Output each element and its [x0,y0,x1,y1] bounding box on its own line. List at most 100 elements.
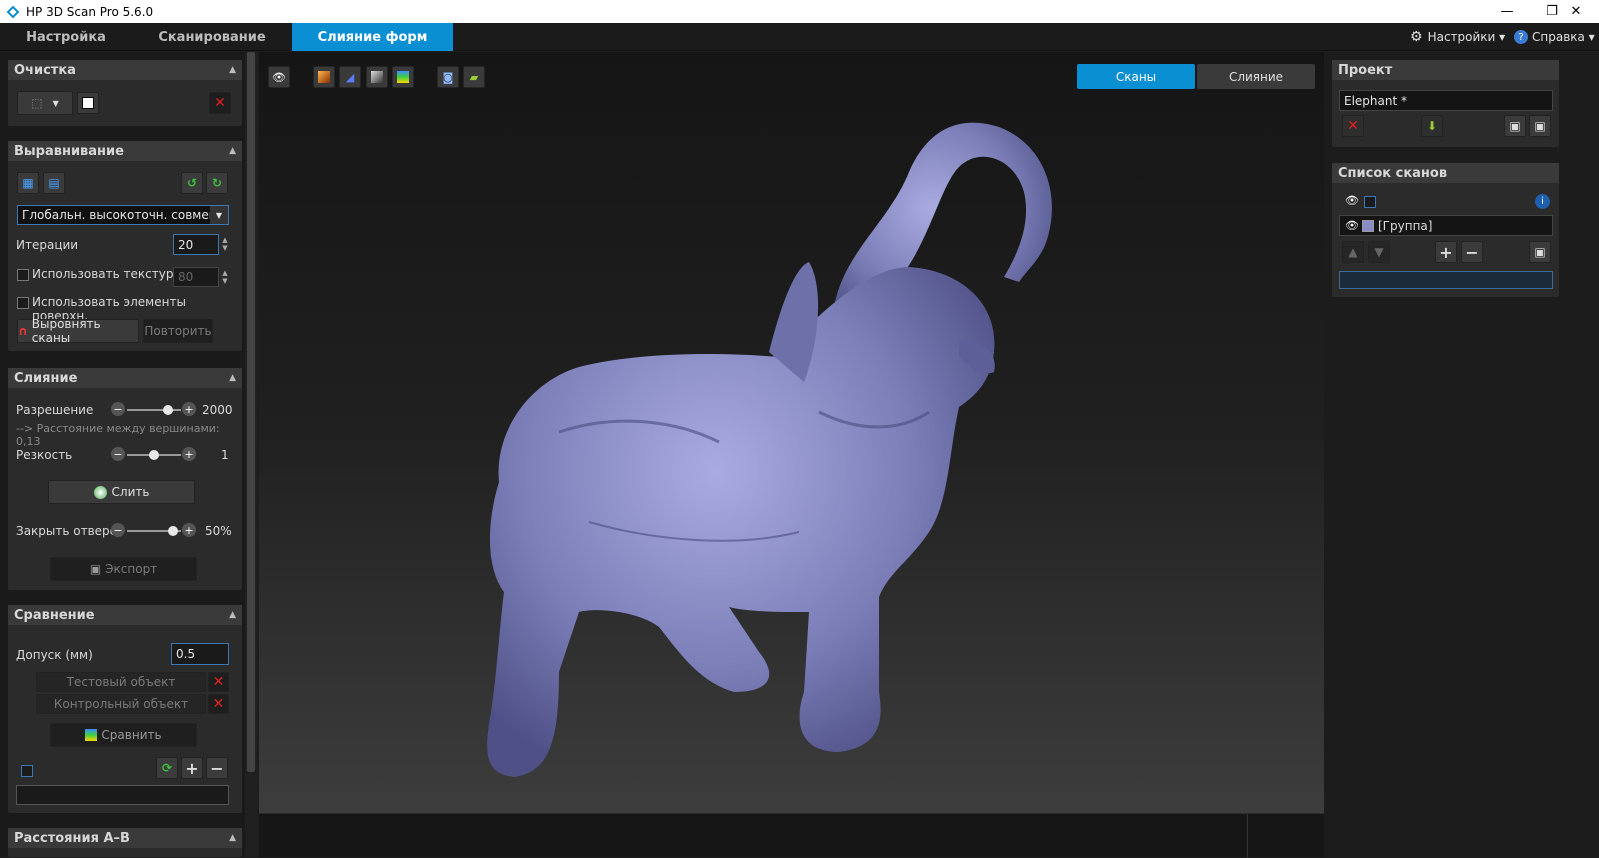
merge-panel-header[interactable]: Слияние ▲ [8,368,242,388]
alignment-method-select[interactable]: Глобальн. высокоточн. совмещ. ▼ [17,205,229,225]
clear-control-object-button[interactable]: ✕ [208,694,229,714]
collapse-icon: ▲ [229,65,236,75]
tolerance-input[interactable]: 0.5 [171,643,229,665]
visibility-toggle-button[interactable]: 👁 [268,66,290,88]
alignment-method-value: Глобальн. высокоточн. совмещ. [22,208,224,222]
import-icon: ⬇ [1426,119,1438,133]
clear-test-object-button[interactable]: ✕ [208,672,229,692]
resolution-slider-knob[interactable] [162,405,173,415]
wireframe-view-button[interactable]: ◢ [339,66,361,88]
left-panel-scrollbar[interactable] [245,52,257,857]
scan-list-panel-header: Список сканов [1332,163,1559,183]
scan-list-row[interactable]: 👁 [Группа] [1339,215,1553,236]
undo-button[interactable]: ↺ [181,172,203,194]
add-button[interactable]: + [181,757,203,779]
project-title: Проект [1338,62,1393,78]
sharpness-decrease-button[interactable]: − [111,447,125,461]
invert-selection-button[interactable] [77,92,99,114]
collapse-icon: ▲ [229,833,236,843]
distances-panel-header[interactable]: Расстояния A–B ▲ [8,828,242,848]
move-up-button[interactable]: ▲ [1342,241,1364,263]
color-map-icon [85,729,98,741]
use-surface-checkbox[interactable] [17,297,29,309]
distances-panel: Расстояния A–B ▲ [8,828,242,857]
eye-icon[interactable]: 👁 [1345,194,1359,207]
scrollbar-thumb[interactable] [247,52,255,772]
export-button[interactable]: ▣ Экспорт [50,557,197,581]
redo-icon: ↻ [211,176,223,190]
close-holes-label: Закрыть отверстия [16,524,116,538]
compare-checkbox[interactable] [21,765,33,777]
align-scans-button[interactable]: ∩ Выровнять сканы [17,317,139,345]
sharpness-slider-knob[interactable] [149,450,159,460]
deviation-view-button[interactable] [392,66,414,88]
merge-view-tab[interactable]: Слияние [1197,64,1315,89]
resolution-slider[interactable] [127,409,181,411]
info-icon[interactable]: i [1535,194,1550,209]
elephant-model[interactable] [259,52,1324,813]
add-scan-button[interactable]: + [1435,241,1457,263]
compare-button[interactable]: Сравнить [50,723,197,747]
resolution-increase-button[interactable]: + [182,402,196,416]
shading-view-button[interactable] [366,66,388,88]
test-object-field[interactable]: Тестовый объект [36,672,206,692]
align-pair-button[interactable]: ▤ [43,172,65,194]
tab-scanning[interactable]: Сканирование [146,23,278,51]
iterations-input[interactable]: 20 [173,234,219,255]
app-logo-icon [6,5,20,18]
import-button[interactable]: ⬇ [1421,115,1443,137]
open-folder-button[interactable]: ▰ [463,66,485,88]
close-holes-slider-knob[interactable] [167,526,178,536]
select-all-checkbox[interactable] [1364,196,1376,208]
project-name-input[interactable]: Elephant * [1339,90,1553,111]
help-menu[interactable]: ? Справка ▾ [1514,23,1595,51]
alignment-panel-header[interactable]: Выравнивание ▲ [8,141,242,161]
invert-icon [82,97,94,109]
selection-tool-dropdown[interactable]: ⬚ ▼ [17,91,73,115]
delete-project-button[interactable]: ✕ [1342,115,1364,137]
scan-property-field[interactable] [1339,271,1553,289]
use-texture-checkbox[interactable] [17,269,29,281]
repeat-button[interactable]: Повторить [143,319,213,343]
refresh-button[interactable]: ⟳ [156,757,178,779]
merge-button[interactable]: Слить [48,480,195,504]
tab-setup[interactable]: Настройка [0,23,132,51]
iterations-spinner[interactable]: ▲ ▼ [220,236,230,252]
holes-increase-button[interactable]: + [182,523,196,537]
cleanup-panel-header[interactable]: Очистка ▲ [8,60,242,80]
texture-view-button[interactable] [313,66,335,88]
magnet-icon: ∩ [18,324,28,338]
compare-button-label: Сравнить [101,728,162,742]
eye-icon[interactable]: 👁 [1345,219,1359,232]
remove-button[interactable]: − [206,757,228,779]
redo-button[interactable]: ↻ [206,172,228,194]
save-button[interactable]: ▣ [1529,115,1551,137]
move-down-button[interactable]: ▼ [1368,241,1390,263]
delete-selection-button[interactable]: ✕ [209,92,231,114]
scans-view-tab[interactable]: Сканы [1077,64,1195,89]
remove-scan-button[interactable]: − [1461,241,1483,263]
main-tab-bar: Настройка Сканирование Слияние форм ⚙ На… [0,23,1599,51]
export-scan-button[interactable]: ▣ [1529,241,1551,263]
close-window-button[interactable]: ✕ [1553,0,1599,23]
group-color-swatch[interactable] [1362,220,1374,232]
control-object-field[interactable]: Контрольный объект [36,694,206,714]
resolution-decrease-button[interactable]: − [111,402,125,416]
tab-shape-fusion[interactable]: Слияние форм [292,23,453,51]
save-as-button[interactable]: ▣ [1504,115,1526,137]
align-grid-button[interactable]: ▦ [17,172,39,194]
texture-weight-input[interactable]: 80 [173,267,219,287]
texture-spinner[interactable]: ▲ ▼ [220,269,230,285]
sharpness-increase-button[interactable]: + [182,447,196,461]
arrow-down-icon: ▼ [1374,245,1384,259]
floppy-disk-icon: ▣ [1534,245,1546,259]
screenshot-button[interactable]: ◙ [437,66,459,88]
minimize-button[interactable]: — [1484,0,1530,23]
compare-result-field[interactable] [16,785,229,805]
cleanup-panel: Очистка ▲ ⬚ ▼ ✕ [8,60,242,126]
holes-decrease-button[interactable]: − [111,523,125,537]
settings-menu[interactable]: ⚙ Настройки ▾ [1410,23,1505,51]
eye-icon: 👁 [272,70,286,84]
3d-viewport[interactable] [259,52,1324,813]
compare-panel-header[interactable]: Сравнение ▲ [8,605,242,625]
